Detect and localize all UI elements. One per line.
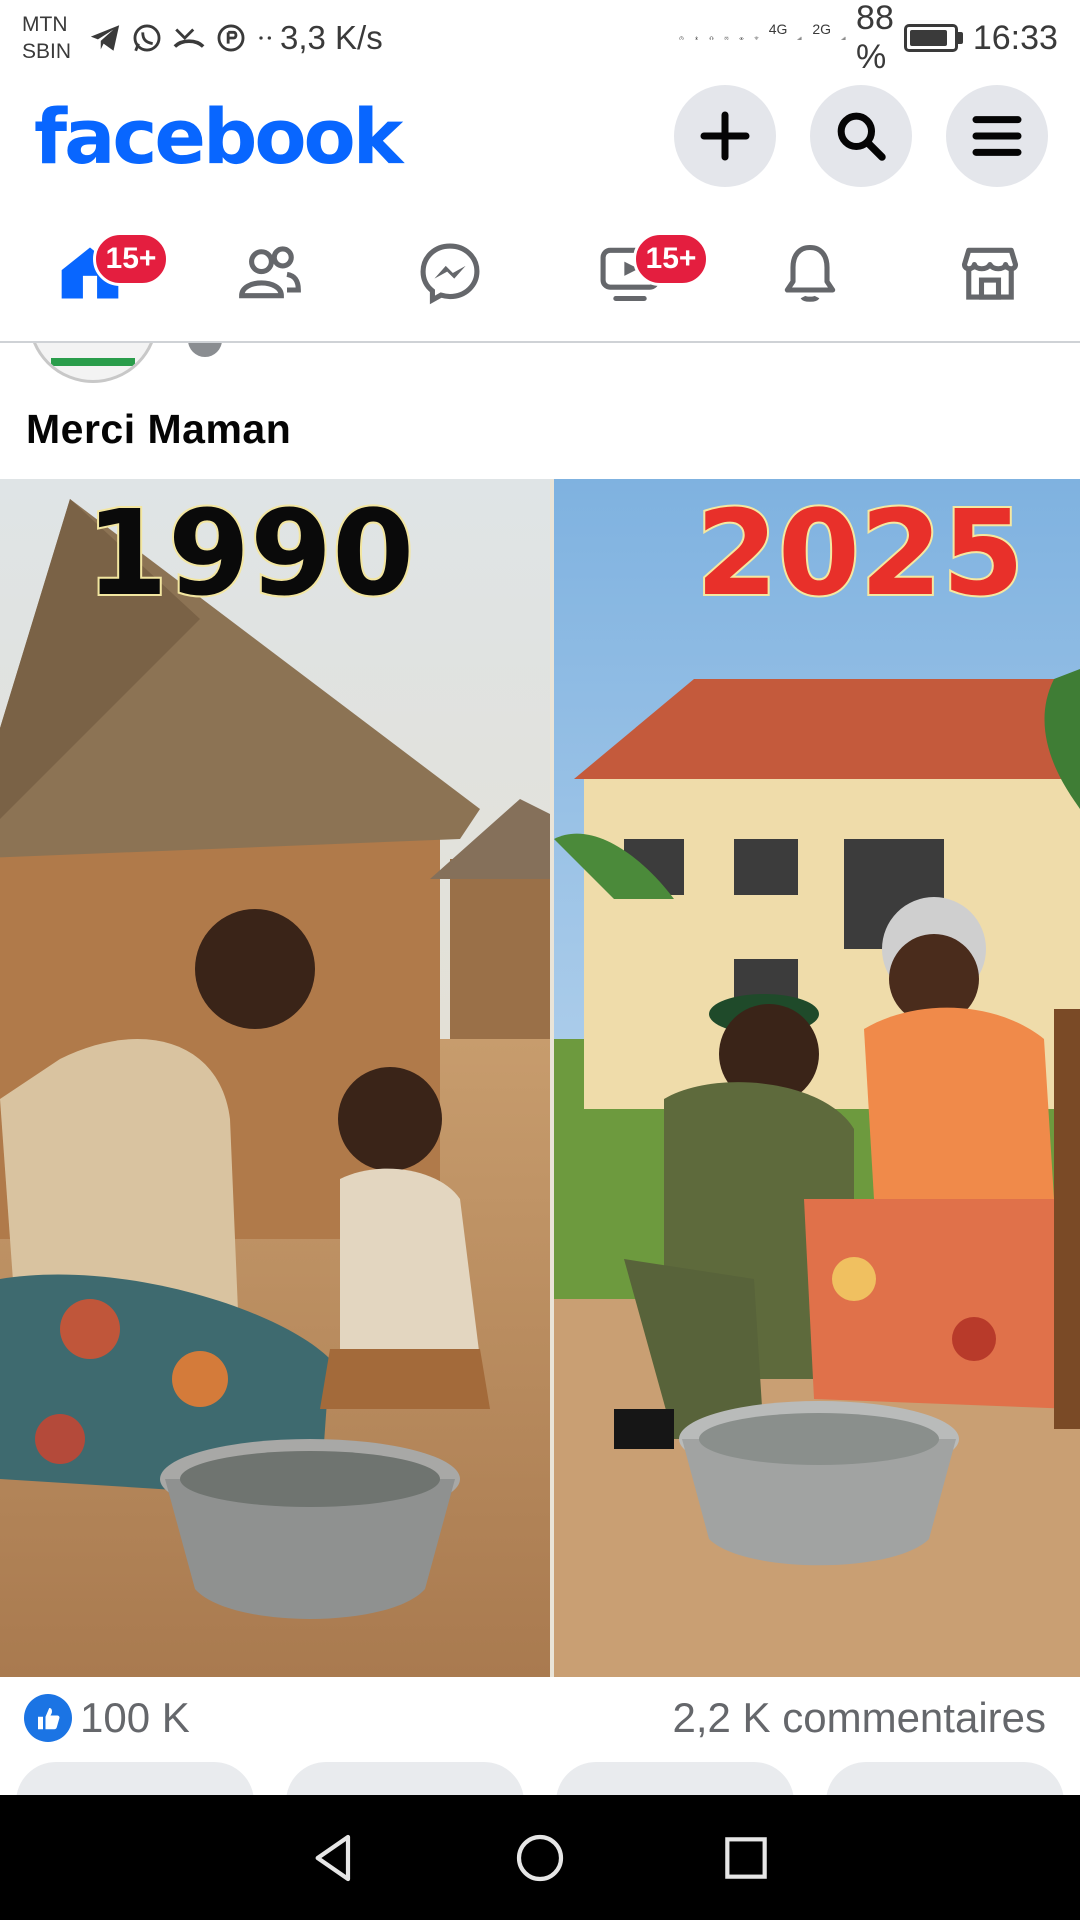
- share-button[interactable]: [826, 1762, 1064, 1796]
- home-badge: 15+: [93, 232, 169, 286]
- facebook-logo[interactable]: facebook: [34, 92, 403, 181]
- alarm-icon: [724, 35, 729, 41]
- image-left-1990: 1990: [0, 479, 550, 1677]
- video-badge: 15+: [633, 232, 709, 286]
- like-reaction-icon[interactable]: [24, 1694, 72, 1742]
- network-2g-label: 2G: [812, 21, 832, 37]
- data-saver-icon: [679, 35, 684, 41]
- comment-button[interactable]: [286, 1762, 524, 1796]
- battery-icon: [903, 24, 963, 52]
- tab-marketplace[interactable]: [935, 218, 1045, 328]
- home-nav-icon[interactable]: [512, 1830, 568, 1886]
- whatsapp-business-icon: [217, 24, 245, 52]
- messenger-icon: [420, 243, 480, 305]
- like-count[interactable]: 100 K: [80, 1694, 190, 1742]
- post-caption: Merci Maman: [26, 406, 292, 452]
- year-label-1990: 1990: [86, 484, 414, 622]
- status-bar: MTN SBIN 3,3 K/s 4G 2G 88 % 16:33: [0, 0, 1080, 76]
- tab-friends[interactable]: [215, 218, 325, 328]
- post-image[interactable]: 1990 2025: [0, 479, 1080, 1677]
- battery-percent: 88 %: [856, 0, 894, 76]
- clock: 16:33: [972, 18, 1058, 57]
- post-reactions-row: 100 K 2,2 K commentaires: [0, 1680, 1080, 1756]
- search-icon: [837, 112, 886, 161]
- comment-count[interactable]: 2,2 K commentaires: [673, 1694, 1047, 1742]
- image-right-2025: 2025: [554, 479, 1080, 1677]
- telegram-icon: [90, 25, 120, 51]
- tab-home[interactable]: 15+: [35, 218, 169, 328]
- network-4g-label: 4G: [768, 21, 788, 37]
- tab-notifications[interactable]: [755, 218, 865, 328]
- system-nav-bar: [0, 1795, 1080, 1920]
- like-button[interactable]: [16, 1762, 254, 1796]
- menu-icon: [972, 116, 1022, 156]
- recents-icon[interactable]: [718, 1830, 774, 1886]
- missed-call-icon: [173, 28, 205, 48]
- signal-icon: [841, 36, 846, 40]
- marketplace-icon: [961, 247, 1019, 300]
- post-author-row: [0, 343, 1080, 388]
- author-avatar[interactable]: [28, 343, 158, 383]
- tab-messenger[interactable]: [395, 218, 505, 328]
- friends-icon: [239, 246, 301, 299]
- bluetooth-icon: [695, 35, 698, 41]
- plus-icon: [700, 111, 750, 161]
- eye-comfort-icon: [739, 36, 744, 40]
- network-speed: 3,3 K/s: [280, 19, 383, 56]
- bell-icon: [784, 244, 836, 302]
- whatsapp-icon: [133, 24, 161, 52]
- signal-icon: [798, 36, 802, 40]
- dots-icon: [259, 36, 271, 40]
- wifi-icon: [754, 36, 759, 40]
- post-action-row: [0, 1756, 1080, 1796]
- create-button[interactable]: [674, 85, 776, 187]
- carrier-label: MTN SBIN: [22, 13, 72, 63]
- repost-button[interactable]: [556, 1762, 794, 1796]
- vibrate-icon: [709, 35, 714, 41]
- menu-button[interactable]: [946, 85, 1048, 187]
- tab-video[interactable]: 15+: [575, 218, 709, 328]
- main-tab-bar: 15+ 15+: [0, 205, 1080, 343]
- search-button[interactable]: [810, 85, 912, 187]
- back-icon[interactable]: [306, 1830, 362, 1886]
- year-label-2025: 2025: [696, 484, 1024, 622]
- globe-icon: [188, 343, 222, 357]
- app-header: facebook: [0, 76, 1080, 196]
